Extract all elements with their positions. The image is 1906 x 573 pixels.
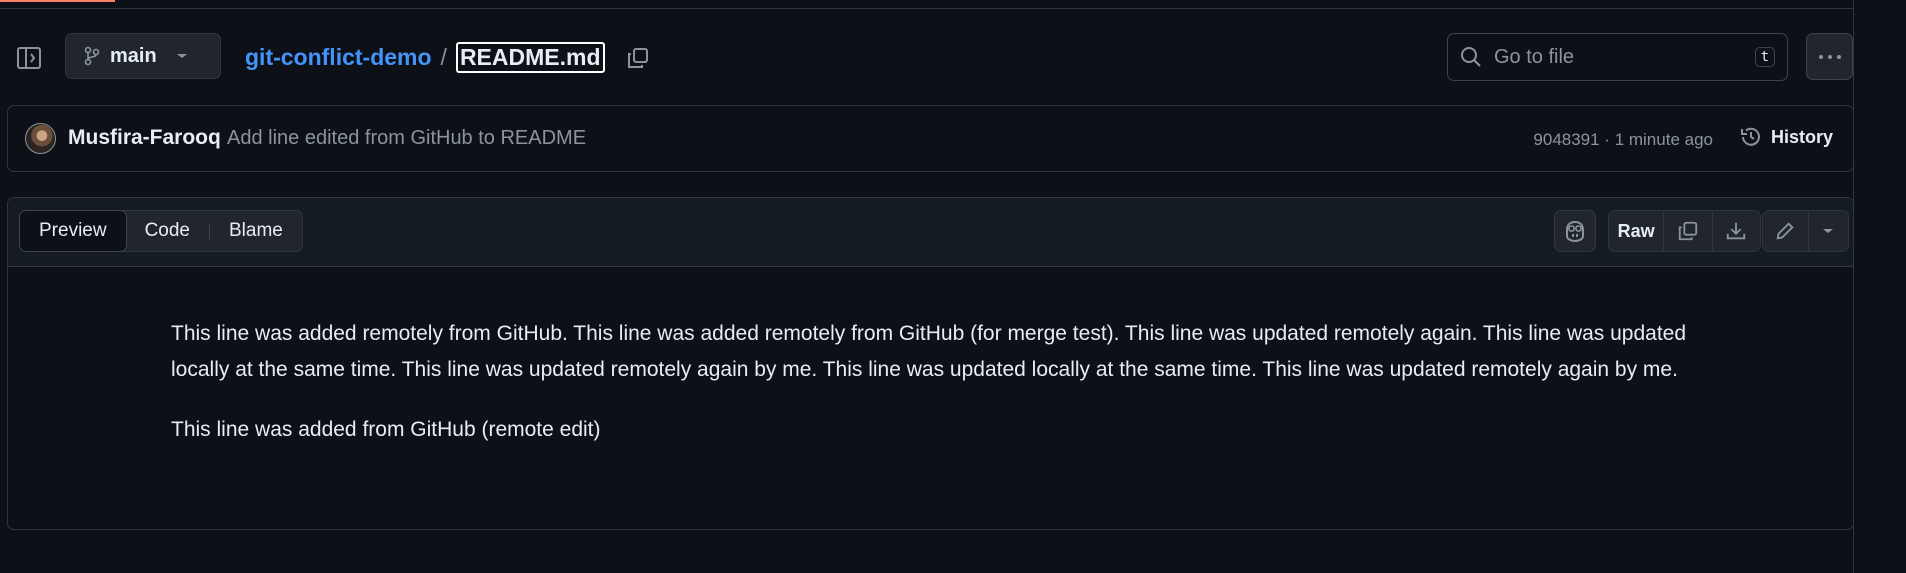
copy-raw-button[interactable]: [1664, 211, 1713, 251]
tab-blame[interactable]: Blame: [210, 211, 302, 251]
file-toolbar: Preview Code Blame Raw: [8, 198, 1853, 267]
copy-icon: [1678, 221, 1698, 241]
history-icon: [1740, 127, 1760, 146]
commit-author[interactable]: Musfira-Farooq: [68, 126, 221, 150]
raw-button[interactable]: Raw: [1609, 211, 1665, 251]
breadcrumb: git-conflict-demo / README.md: [245, 42, 653, 73]
file-name: README.md: [455, 42, 605, 73]
latest-commit-bar: Musfira-Farooq Add line edited from GitH…: [7, 105, 1854, 172]
pencil-icon: [1776, 222, 1795, 240]
branch-name: main: [110, 44, 157, 67]
paragraph: This line was added remotely from GitHub…: [171, 322, 1687, 381]
chevron-down-icon: [1823, 229, 1834, 233]
readme-content: This line was added remotely from GitHub…: [171, 316, 1696, 472]
history-button[interactable]: History: [1739, 125, 1833, 149]
copy-icon: [627, 47, 648, 68]
sidebar-toggle-icon: [17, 47, 41, 69]
edit-actions-group: [1762, 210, 1849, 252]
right-scroll-area: [1853, 0, 1906, 573]
chevron-down-icon: [176, 54, 187, 58]
download-button[interactable]: [1713, 211, 1760, 251]
copy-path-button[interactable]: [623, 43, 653, 73]
more-options-button[interactable]: [1806, 33, 1853, 80]
raw-actions-group: Raw: [1608, 210, 1761, 252]
avatar[interactable]: [25, 123, 56, 154]
view-mode-tabs: Preview Code Blame: [19, 210, 303, 252]
search-placeholder: Go to file: [1494, 45, 1575, 68]
repo-link[interactable]: git-conflict-demo: [245, 44, 432, 71]
edit-file-button[interactable]: [1763, 211, 1809, 251]
breadcrumb-separator: /: [440, 44, 447, 70]
tab-preview[interactable]: Preview: [19, 210, 127, 252]
shortcut-key: t: [1754, 47, 1775, 67]
tab-accent: [0, 0, 115, 2]
search-icon: [1461, 47, 1481, 67]
go-to-file-input[interactable]: Go to file t: [1447, 33, 1788, 81]
history-label: History: [1770, 126, 1833, 147]
copilot-button[interactable]: [1554, 210, 1596, 252]
top-border: [0, 0, 1906, 9]
file-viewer: Preview Code Blame Raw This line was add…: [7, 197, 1854, 530]
edit-dropdown-button[interactable]: [1809, 211, 1848, 251]
commit-meta[interactable]: 9048391 · 1 minute ago: [1533, 130, 1713, 150]
copilot-icon: [1566, 220, 1584, 243]
kebab-icon: [1818, 54, 1841, 59]
tab-code[interactable]: Code: [126, 211, 209, 251]
download-icon: [1727, 222, 1746, 240]
commit-message[interactable]: Add line edited from GitHub to README: [227, 127, 586, 150]
branch-selector[interactable]: main: [65, 33, 221, 79]
git-branch-icon: [84, 46, 100, 66]
sidebar-toggle-button[interactable]: [12, 44, 46, 72]
paragraph: This line was added from GitHub (remote …: [171, 418, 601, 441]
